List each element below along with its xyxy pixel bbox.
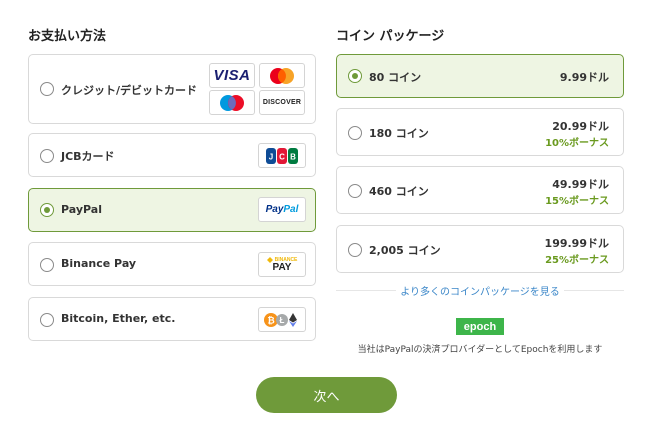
radio-crypto[interactable] bbox=[40, 313, 54, 327]
svg-text:Ł: Ł bbox=[280, 316, 285, 325]
payment-option-label: Bitcoin, Ether, etc. bbox=[61, 312, 176, 325]
coin-packages-heading: コイン パッケージ bbox=[336, 29, 445, 44]
payment-option-jcb[interactable]: JCBカード J C B bbox=[28, 133, 316, 177]
coin-package-460[interactable]: 460 コイン 49.99ドル 15%ボーナス bbox=[336, 166, 624, 214]
coin-package-price: 199.99ドル bbox=[544, 237, 609, 250]
radio-coin-180[interactable] bbox=[348, 126, 362, 140]
mastercard-logo bbox=[259, 63, 305, 88]
more-coin-packages-link[interactable]: より多くのコインパッケージを見る bbox=[336, 283, 624, 298]
discover-logo: DISCOVER bbox=[259, 90, 305, 115]
radio-credit-card[interactable] bbox=[40, 82, 54, 96]
payment-option-paypal[interactable]: PayPal PayPal bbox=[28, 188, 316, 232]
radio-coin-80[interactable] bbox=[348, 69, 362, 83]
coin-package-label: 460 コイン bbox=[369, 185, 429, 198]
radio-coin-460[interactable] bbox=[348, 184, 362, 198]
svg-text:J: J bbox=[269, 152, 273, 161]
epoch-provider-note: 当社はPayPalの決済プロバイダーとしてEpochを利用します bbox=[357, 345, 603, 355]
ethereum-icon bbox=[289, 312, 297, 322]
svg-text:₿: ₿ bbox=[267, 315, 274, 325]
coin-package-bonus: 15%ボーナス bbox=[545, 196, 609, 207]
coin-package-label: 180 コイン bbox=[369, 127, 429, 140]
payment-option-binance-pay[interactable]: Binance Pay BINANCE PAY bbox=[28, 242, 316, 286]
radio-paypal[interactable] bbox=[40, 203, 54, 217]
payment-option-label: PayPal bbox=[61, 203, 102, 216]
svg-text:B: B bbox=[290, 152, 296, 161]
payment-option-credit-card[interactable]: クレジット/デビットカード VISA DISCOVER bbox=[28, 54, 316, 124]
epoch-logo: epoch bbox=[456, 318, 504, 335]
svg-text:C: C bbox=[279, 152, 285, 161]
coin-package-label: 80 コイン bbox=[369, 71, 422, 84]
coin-package-price: 49.99ドル bbox=[552, 178, 609, 191]
payment-option-label: Binance Pay bbox=[61, 257, 137, 270]
radio-jcb[interactable] bbox=[40, 149, 54, 163]
radio-binance-pay[interactable] bbox=[40, 258, 54, 272]
jcb-logo: J C B bbox=[258, 143, 306, 168]
coin-package-bonus: 25%ボーナス bbox=[545, 255, 609, 266]
next-button[interactable]: 次へ bbox=[256, 377, 397, 413]
coin-package-price: 20.99ドル bbox=[552, 120, 609, 133]
coin-package-80[interactable]: 80 コイン 9.99ドル bbox=[336, 54, 624, 98]
crypto-logos: ₿ Ł bbox=[258, 307, 306, 332]
coin-package-180[interactable]: 180 コイン 20.99ドル 10%ボーナス bbox=[336, 108, 624, 156]
payment-option-crypto[interactable]: Bitcoin, Ether, etc. ₿ Ł bbox=[28, 297, 316, 341]
coin-package-bonus: 10%ボーナス bbox=[545, 138, 609, 149]
radio-coin-2005[interactable] bbox=[348, 243, 362, 257]
coin-package-price: 9.99ドル bbox=[559, 71, 609, 84]
coin-package-label: 2,005 コイン bbox=[369, 244, 441, 257]
visa-logo: VISA bbox=[209, 63, 255, 88]
payment-heading: お支払い方法 bbox=[28, 29, 107, 44]
paypal-logo: PayPal bbox=[258, 197, 306, 222]
maestro-logo bbox=[209, 90, 255, 115]
payment-option-label: クレジット/デビットカード bbox=[61, 84, 198, 97]
binance-pay-logo: BINANCE PAY bbox=[258, 252, 306, 277]
coin-package-2005[interactable]: 2,005 コイン 199.99ドル 25%ボーナス bbox=[336, 225, 624, 273]
payment-option-label: JCBカード bbox=[61, 150, 115, 163]
